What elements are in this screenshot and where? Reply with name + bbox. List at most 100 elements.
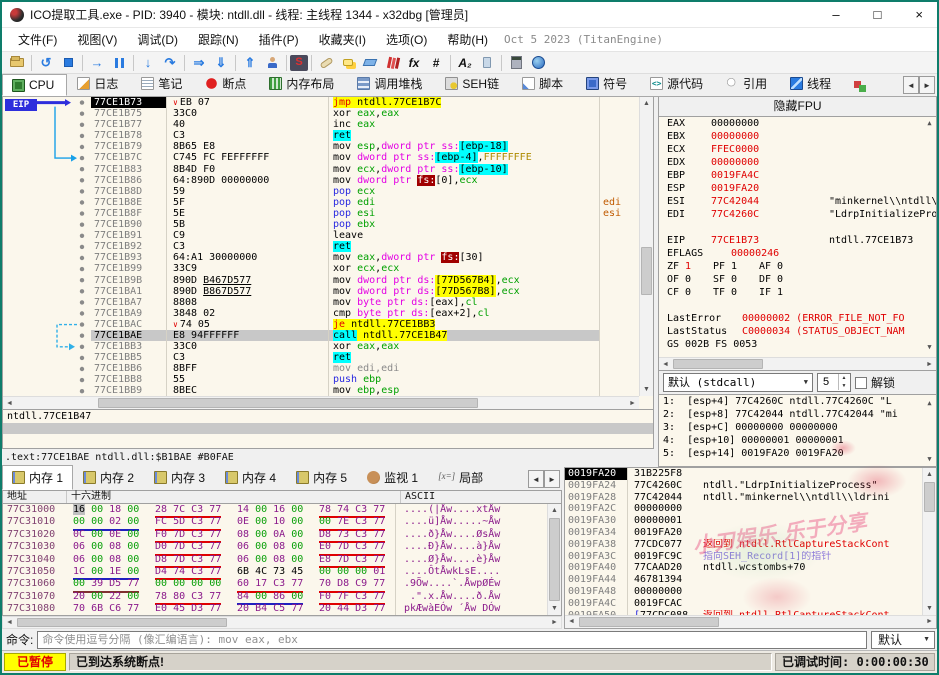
register-row[interactable]: EDI 77C4260C "LdrpInitializePro — [659, 208, 936, 221]
eflags-row[interactable]: EFLAGS 00000246 — [659, 247, 936, 260]
disasm-row[interactable]: 77CE1B78 C3 ret — [91, 130, 639, 142]
comments-button[interactable] — [337, 53, 359, 73]
register-row[interactable]: EIP 77CE1B73 ntdll.77CE1B73 — [659, 234, 936, 247]
registers-list[interactable]: EAX 00000000 EBX 00000000 ECX FFEC0000 EDX 0000… — [659, 117, 936, 357]
dump-row[interactable]: 77C31040 06 00 08 00 D8 7D C3 77 06 00 08 0… — [3, 553, 561, 568]
menu-item-3[interactable]: 跟踪(N) — [188, 30, 249, 50]
argument-row[interactable]: 1: [esp+4] 77C4260C ntdll.77C4260C "L — [659, 395, 936, 408]
stack-row[interactable]: 0019FA40 77CAAD20 ntdll.wcstombs+70 — [565, 562, 936, 575]
stack-row[interactable]: 0019FA34 0019FA20 — [565, 526, 936, 539]
segments-row[interactable]: GS 002B FS 0053 — [659, 338, 936, 347]
register-row[interactable]: EBX 00000000 — [659, 130, 936, 143]
hide-fpu-button[interactable]: 隐藏FPU — [659, 97, 936, 117]
stack-row[interactable]: 0019FA28 77C42044 ntdll."minkernel\\ntdll\… — [565, 491, 936, 504]
tab-log[interactable]: 日志 — [67, 71, 131, 96]
tab-callstack[interactable]: 调用堆栈 — [347, 71, 435, 96]
disasm-vertical-scrollbar[interactable]: ▲ ▼ — [639, 97, 653, 396]
dump-panel[interactable]: 77C31000 16 00 18 00 28 7C C3 77 14 00 16 0… — [2, 504, 562, 616]
stack-view[interactable]: 0019FA20 31B225F8 0019FA24 77C4260C ntdll."L… — [565, 468, 936, 615]
disasm-row[interactable]: 77CE1BB8 55 push ebp — [91, 374, 639, 386]
run-to-user-code-button[interactable] — [261, 53, 283, 73]
step-out-button[interactable]: ⇑ — [239, 53, 261, 73]
dump-row[interactable]: 77C31070 20 00 22 00 78 80 C3 77 84 00 86 0… — [3, 590, 561, 606]
args-scroll-arrow[interactable]: ▼ — [923, 453, 936, 466]
tab-source[interactable]: <> 源代码 — [640, 71, 716, 96]
tab-notes[interactable]: 笔记 — [131, 71, 195, 96]
dump-tab-2[interactable]: 内存 3 — [144, 465, 215, 490]
tab-breakpoint[interactable]: 断点 — [195, 71, 259, 96]
labels-button[interactable] — [359, 53, 381, 73]
restart-button[interactable]: ↺ — [35, 53, 57, 73]
disasm-row[interactable]: 77CE1BB5 C3 ret — [91, 352, 639, 364]
disasm-row[interactable]: 77CE1BAE E8 94FFFFFF call ntdll.77CE1B47 — [91, 329, 639, 342]
disasm-row[interactable]: 77CE1B8F 5E pop esi esi — [91, 207, 639, 220]
tab-symbols[interactable]: 符号 — [576, 71, 640, 96]
disasm-row[interactable]: 77CE1B8D 59 pop ecx — [91, 185, 639, 197]
disasm-horizontal-scrollbar[interactable]: ◄ ► — [3, 396, 639, 409]
arguments-list[interactable]: 1: [esp+4] 77C4260C ntdll.77C4260C "L 2: … — [659, 395, 936, 466]
menu-item-2[interactable]: 调试(D) — [127, 30, 188, 50]
disasm-row[interactable]: 77CE1B90 5B pop ebx — [91, 219, 639, 231]
stack-row[interactable]: 0019FA38 77CDC077 返回到 ntdll.RtlCaptureStac… — [565, 538, 936, 551]
disasm-row[interactable]: 77CE1BB6 8BFF mov edi,edi — [91, 363, 639, 375]
calculator-button[interactable] — [505, 53, 527, 73]
dump-row[interactable]: 77C31030 06 00 08 00 D0 7D C3 77 06 00 08 0… — [3, 541, 561, 556]
argument-row[interactable]: 2: [esp+8] 77C42044 ntdll.77C42044 "mi — [659, 408, 936, 421]
register-row[interactable]: ECX FFEC0000 — [659, 143, 936, 156]
tab-threads[interactable]: 线程 — [780, 71, 844, 96]
disasm-row[interactable]: 77CE1B79 8B65 E8 mov esp,dword ptr ss:[ebp… — [91, 141, 639, 153]
tab-handles[interactable] — [844, 75, 880, 96]
tab-references[interactable]: 引用 — [716, 71, 780, 96]
disasm-row[interactable]: 77CE1B77 40 inc eax — [91, 119, 639, 131]
args-count-spinner[interactable]: 5 ▲ ▼ — [817, 373, 851, 392]
register-row[interactable]: ESI 77C42044 "minkernel\\ntdll\\ — [659, 195, 936, 208]
run-button[interactable]: → — [86, 53, 108, 73]
disasm-row[interactable]: 77CE1B73 ∨ EB 07 jmp ntdll.77CE1B7C — [91, 97, 639, 109]
stack-row[interactable]: 0019FA2C 00000000 — [565, 503, 936, 516]
execute-till-return-button[interactable]: ⇓ — [210, 53, 232, 73]
dump-tab-3[interactable]: 内存 4 — [215, 465, 286, 490]
bookmarks-button[interactable] — [381, 53, 403, 73]
close-button[interactable]: × — [915, 7, 923, 22]
tab-scroll-left-button[interactable]: ◄ — [903, 76, 919, 94]
dump-tab-5[interactable]: 监视 1 — [357, 465, 428, 490]
menu-item-5[interactable]: 收藏夹(I) — [309, 30, 376, 50]
dump-vertical-scrollbar[interactable]: ▲ ▼ — [547, 504, 561, 615]
open-file-button[interactable] — [6, 53, 28, 73]
register-row[interactable]: EAX 00000000 — [659, 117, 936, 130]
dump-tab-scroll-right-button[interactable]: ► — [544, 470, 560, 488]
analyze-button[interactable]: # — [425, 53, 447, 73]
disasm-row[interactable]: 77CE1B86 64:890D 00000000 mov dword ptr fs… — [91, 174, 639, 186]
stack-row[interactable]: 0019FA4C 0019FCAC — [565, 597, 936, 610]
disassembly-panel[interactable]: EIP 77CE1B73 ∨ EB 07 jmp ntdll.77CE1B7C 77CE… — [2, 97, 654, 410]
tab-seh[interactable]: SEH链 — [435, 71, 512, 96]
disasm-row[interactable]: 77CE1B92 C3 ret — [91, 241, 639, 253]
unlock-checkbox[interactable] — [855, 376, 867, 389]
calling-convention-dropdown[interactable]: 默认 (stdcall) ▼ — [663, 373, 813, 392]
registers-horizontal-scrollbar[interactable]: ◄ ► — [659, 357, 936, 370]
registers-scroll-arrow[interactable]: ▲ — [923, 119, 936, 127]
menu-item-6[interactable]: 选项(O) — [376, 30, 437, 50]
stack-horizontal-scrollbar[interactable]: ◄ ► — [565, 615, 936, 628]
registers-scroll-arrow[interactable]: ▼ — [923, 343, 936, 351]
register-row[interactable]: ESP 0019FA20 — [659, 182, 936, 195]
disasm-row[interactable]: 77CE1B91 C9 leave — [91, 230, 639, 242]
menu-item-7[interactable]: 帮助(H) — [437, 30, 498, 50]
disasm-row[interactable]: 77CE1B83 8B4D F0 mov ecx,dword ptr ss:[ebp… — [91, 163, 639, 175]
lasterror-row[interactable]: LastError 00000002 (ERROR_FILE_NOT_FO — [659, 312, 936, 325]
maximize-button[interactable]: □ — [874, 7, 882, 22]
stack-row[interactable]: 0019FA20 31B225F8 — [565, 468, 936, 480]
disasm-row[interactable]: 77CE1B8E 5F pop edi edi — [91, 196, 639, 208]
stack-vertical-scrollbar[interactable]: ▲ ▼ — [922, 468, 936, 615]
menu-item-1[interactable]: 视图(V) — [67, 30, 127, 50]
tab-memmap[interactable]: 内存布局 — [259, 71, 347, 96]
disasm-row[interactable]: 77CE1BA1 890D B867D577 mov dword ptr ds:[7… — [91, 285, 639, 297]
stack-row[interactable]: 0019FA24 77C4260C ntdll."LdrpInitializePro… — [565, 479, 936, 492]
dump-tab-0[interactable]: 内存 1 — [2, 465, 74, 490]
assemble-button[interactable]: A₂ — [454, 53, 476, 73]
dump-tab-4[interactable]: 内存 5 — [286, 465, 357, 490]
disasm-row[interactable]: 77CE1B9B 890D B467D577 mov dword ptr ds:[7… — [91, 274, 639, 286]
stop-button[interactable] — [57, 53, 79, 73]
disasm-row[interactable]: 77CE1BA7 8808 mov byte ptr ds:[eax],cl — [91, 296, 639, 308]
trace-into-button[interactable]: ⇒ — [188, 53, 210, 73]
